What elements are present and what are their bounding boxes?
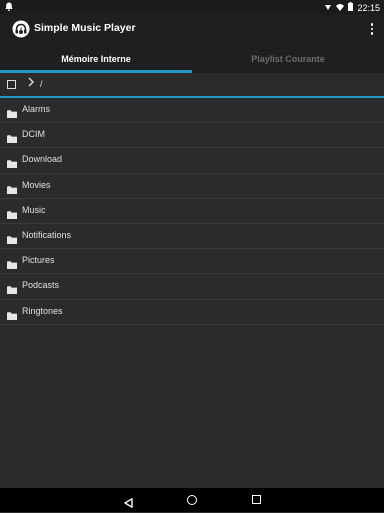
breadcrumb[interactable]: / — [40, 79, 43, 89]
folder-name: Music — [22, 204, 46, 215]
battery-icon — [348, 2, 354, 13]
system-nav-bar — [0, 488, 384, 512]
more-vert-icon[interactable] — [368, 21, 376, 37]
headphones-icon — [12, 20, 30, 38]
tab-bar: Mémoire Interne Playlist Courante — [0, 44, 384, 73]
folder-name: Download — [22, 154, 63, 165]
path-bar: / — [0, 73, 384, 96]
folder-name: Notifications — [22, 229, 72, 240]
folder-name: DCIM — [22, 129, 45, 140]
list-item[interactable]: Podcasts — [0, 274, 384, 300]
tab-current-playlist[interactable]: Playlist Courante — [192, 44, 384, 73]
list-item[interactable]: Movies — [0, 174, 384, 199]
back-icon[interactable] — [124, 495, 133, 513]
folder-icon — [7, 130, 17, 144]
folder-icon — [7, 256, 17, 270]
list-item[interactable]: DCIM — [0, 123, 384, 149]
folder-icon — [7, 281, 17, 295]
app-title: Simple Music Player — [34, 22, 136, 34]
folder-list: Alarms DCIM Download Movies Music Notifi… — [0, 98, 384, 325]
folder-icon — [7, 155, 17, 169]
folder-name: Movies — [22, 179, 51, 190]
recent-apps-icon[interactable] — [252, 495, 261, 504]
checkbox-icon[interactable] — [7, 80, 16, 89]
app-bar: Simple Music Player — [0, 14, 384, 44]
chevron-right-icon — [27, 77, 35, 90]
list-item[interactable]: Music — [0, 199, 384, 224]
list-item[interactable]: Alarms — [0, 98, 384, 124]
folder-icon — [7, 307, 17, 320]
folder-name: Ringtones — [22, 305, 63, 316]
home-icon[interactable] — [187, 495, 197, 505]
status-time: 22:15 — [357, 2, 380, 13]
folder-name: Pictures — [22, 255, 55, 266]
folder-icon — [7, 105, 17, 118]
folder-icon — [7, 231, 17, 244]
signal-icon — [324, 3, 332, 13]
folder-icon — [7, 181, 17, 194]
tab-internal-storage[interactable]: Mémoire Interne — [0, 44, 192, 73]
list-item[interactable]: Pictures — [0, 249, 384, 275]
list-item[interactable]: Notifications — [0, 224, 384, 250]
wifi-icon — [336, 3, 345, 13]
folder-name: Podcasts — [22, 280, 60, 291]
folder-name: Alarms — [22, 104, 51, 114]
status-bar: 22:15 — [0, 0, 384, 14]
notification-icon — [5, 2, 13, 13]
list-item[interactable]: Ringtones — [0, 300, 384, 325]
list-item[interactable]: Download — [0, 148, 384, 174]
folder-icon — [7, 206, 17, 219]
